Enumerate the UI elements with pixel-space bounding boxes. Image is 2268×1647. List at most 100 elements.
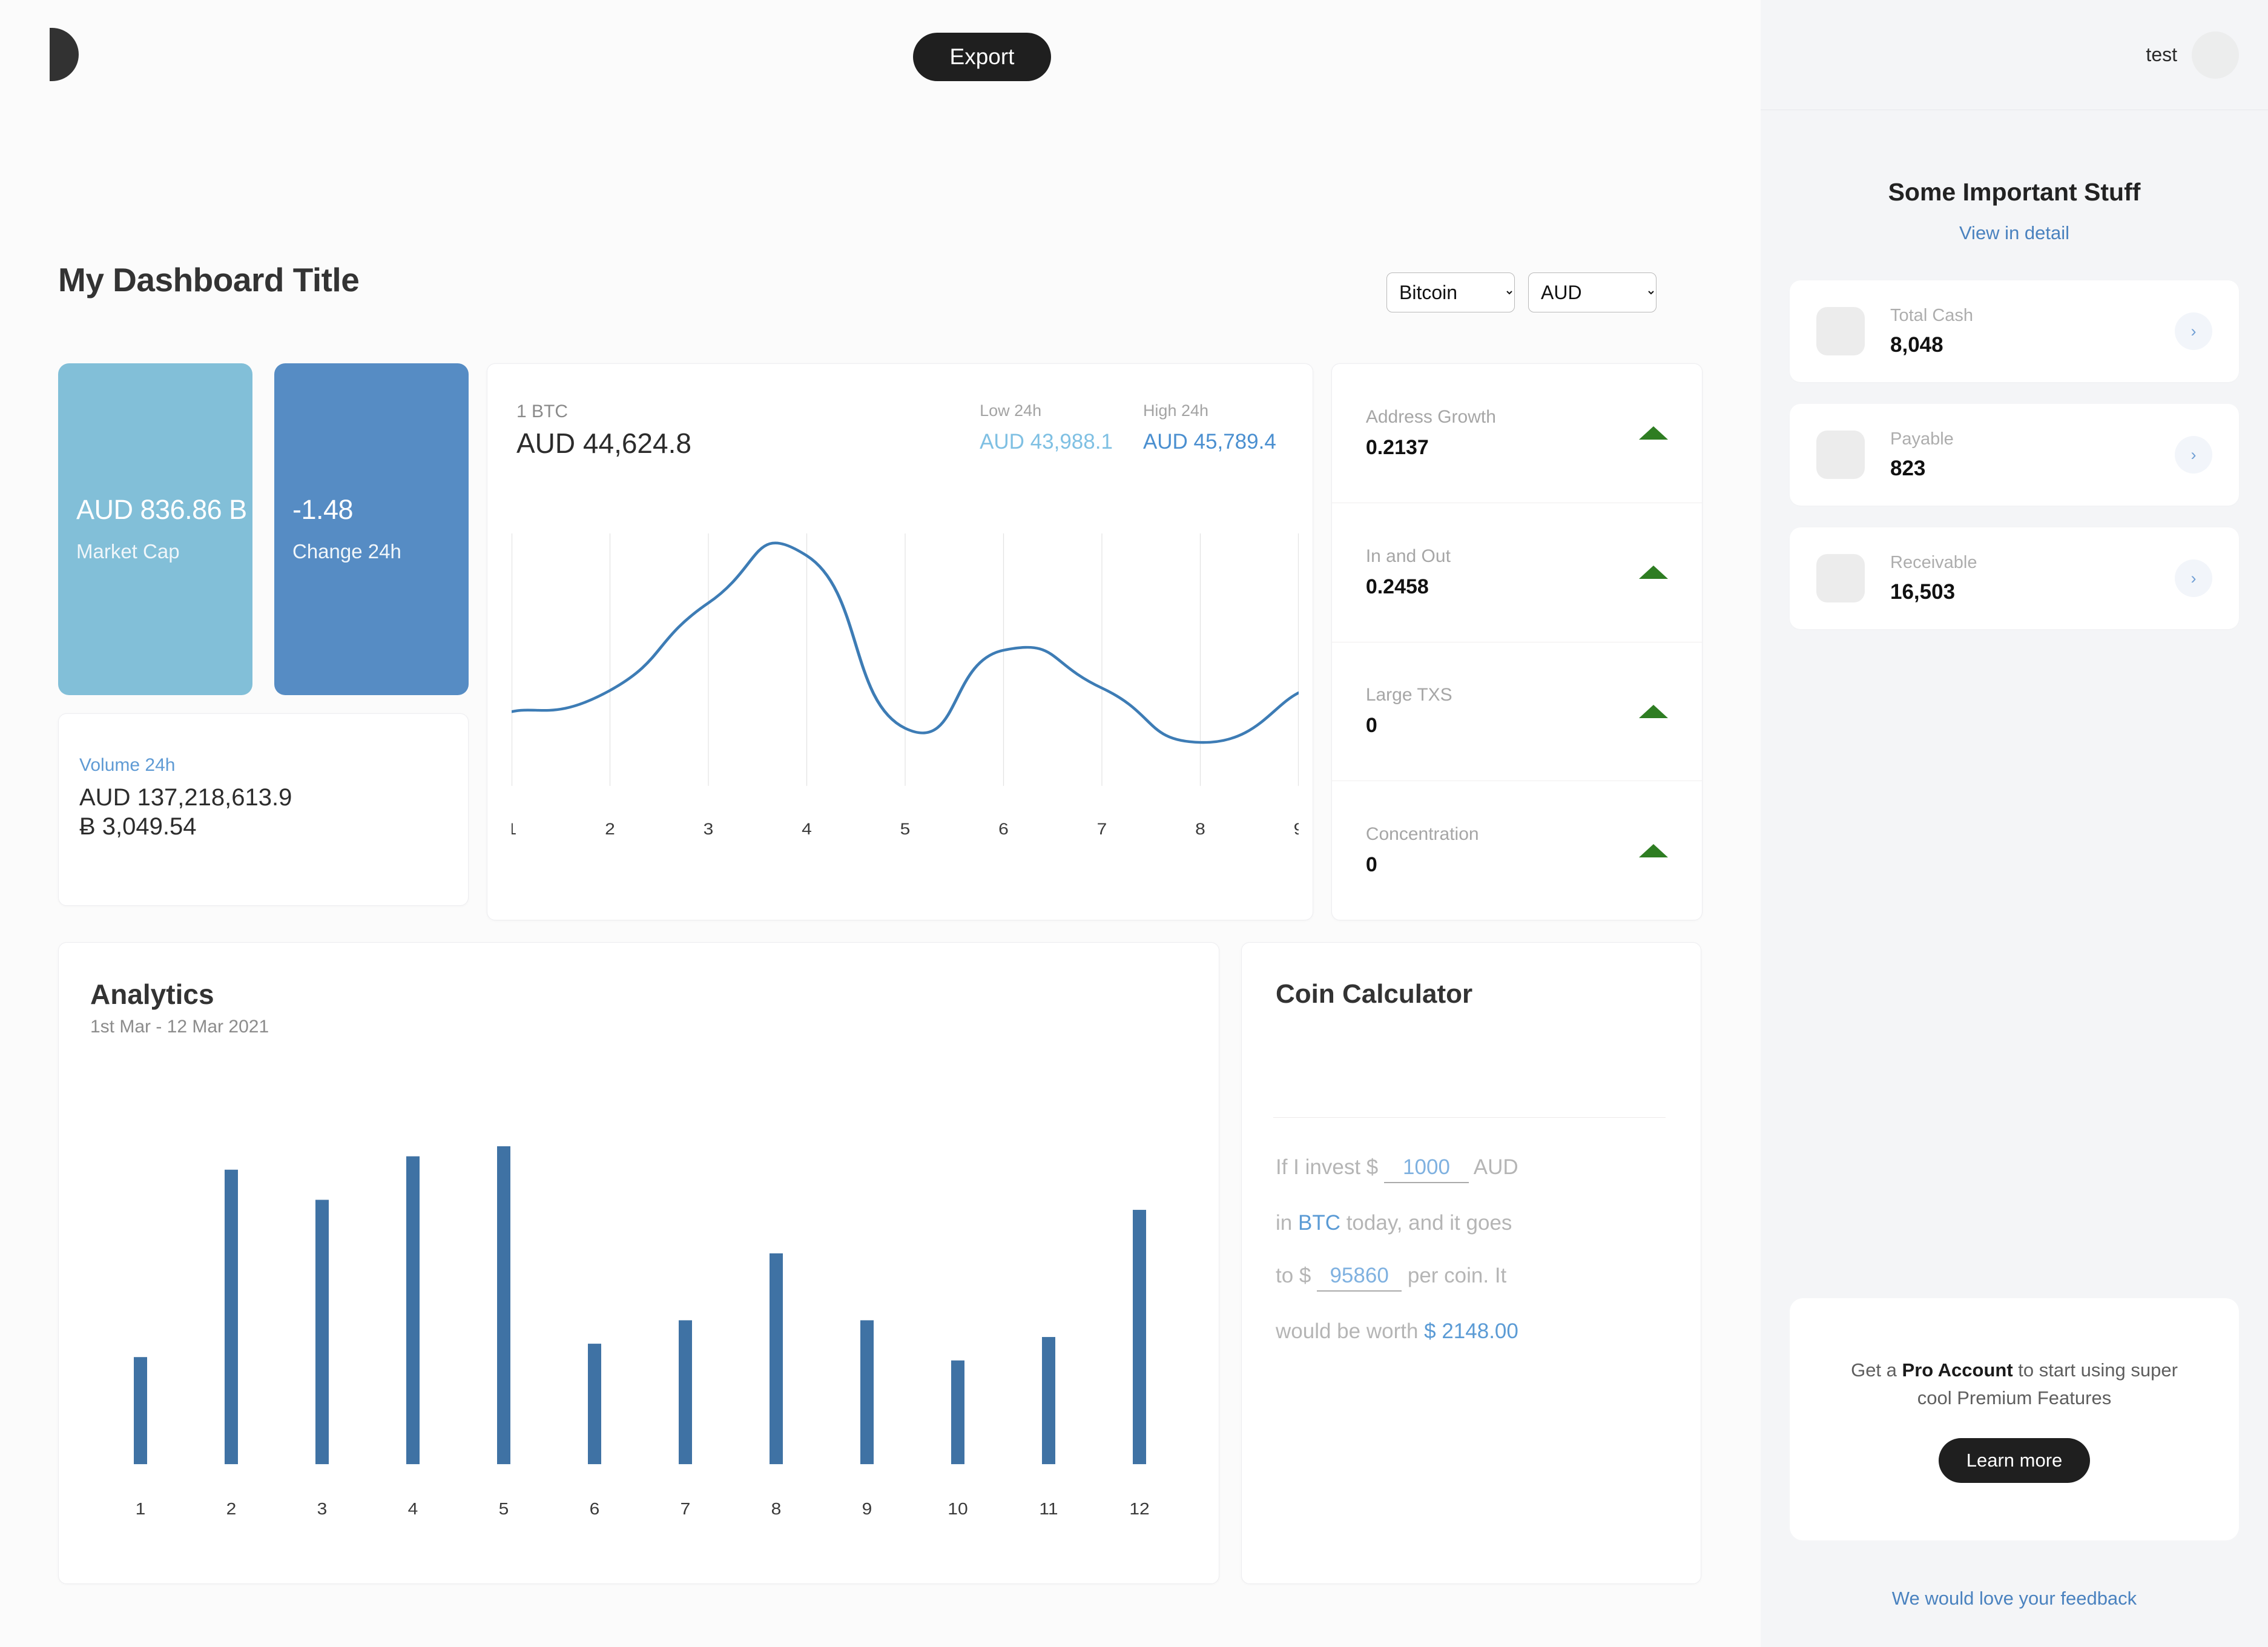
brand-logo-icon[interactable] (50, 28, 79, 81)
sidebar-item-total-cash[interactable]: Total Cash 8,048 › (1790, 280, 2239, 382)
bar (315, 1200, 329, 1465)
bar (1133, 1210, 1146, 1465)
x-axis-tick-label: 3 (704, 820, 714, 838)
trend-up-icon (1639, 426, 1668, 440)
x-axis-tick-label: 8 (1195, 820, 1205, 838)
metric-label: Concentration (1365, 824, 1479, 845)
kpi-pair: AUD 836.86 B Market Cap -1.48 Change 24h (58, 363, 469, 695)
avatar[interactable] (2192, 31, 2239, 79)
thumbnail-icon (1816, 431, 1865, 479)
x-axis-tick-label: 2 (226, 1500, 237, 1519)
trend-up-icon (1639, 566, 1668, 579)
x-axis-tick-label: 6 (998, 820, 1009, 838)
user-name: test (2146, 44, 2177, 65)
metric-row[interactable]: Large TXS 0 (1331, 642, 1702, 782)
kpi-block: AUD 836.86 B Market Cap -1.48 Change 24h (58, 363, 469, 906)
sidebar-item-list: Total Cash 8,048 › Payable 823 › Receiva… (1761, 280, 2268, 629)
high-24h-label: High 24h (1142, 401, 1209, 420)
x-axis-tick-label: 1 (512, 820, 516, 838)
bar (679, 1320, 692, 1465)
metric-label: In and Out (1365, 546, 1451, 566)
calc-coin-label[interactable]: BTC (1298, 1211, 1340, 1235)
feedback-link[interactable]: We would love your feedback (1761, 1588, 2268, 1609)
target-price-input[interactable]: 95860 (1317, 1263, 1402, 1292)
bar (134, 1357, 147, 1465)
metric-value: 0 (1365, 853, 1377, 877)
x-axis-tick-label: 11 (1039, 1500, 1058, 1519)
export-button[interactable]: Export (913, 33, 1051, 81)
analytics-subtitle: 1st Mar - 12 Mar 2021 (90, 1017, 269, 1037)
thumbnail-icon (1816, 307, 1865, 355)
metric-row[interactable]: In and Out 0.2458 (1331, 503, 1702, 642)
x-axis-tick-label: 12 (1129, 1500, 1149, 1519)
analytics-title: Analytics (90, 979, 214, 1010)
item-value: 8,048 (1890, 332, 1943, 357)
sidebar-item-receivable[interactable]: Receivable 16,503 › (1790, 527, 2239, 629)
coin-select[interactable]: Bitcoin (1386, 272, 1515, 312)
coin-calculator-card: Coin Calculator If I invest $ 1000 AUD i… (1241, 942, 1701, 1584)
x-axis-tick-label: 2 (605, 820, 615, 838)
item-label: Receivable (1890, 552, 1977, 572)
low-24h-value: AUD 43,988.1 (980, 430, 1113, 454)
volume-coin-value: Ƀ 3,049.54 (79, 813, 197, 840)
divider (1273, 1117, 1666, 1118)
selector-group: Bitcoin AUD (1386, 272, 1656, 312)
promo-text-pre: Get a (1851, 1359, 1902, 1381)
calc-text-today: today, and it goes (1340, 1211, 1512, 1235)
trend-up-icon (1639, 704, 1668, 718)
kpi-card-change-24h: -1.48 Change 24h (274, 363, 469, 695)
high-24h-value: AUD 45,789.4 (1142, 430, 1276, 454)
calc-line-3: to $ 95860 per coin. It (1276, 1263, 1675, 1292)
price-value: AUD 44,624.8 (516, 427, 691, 459)
item-value: 823 (1890, 456, 1926, 480)
chevron-right-icon[interactable]: › (2175, 436, 2212, 474)
calc-line-2: in BTC today, and it goes (1276, 1210, 1675, 1235)
low-24h-label: Low 24h (980, 401, 1042, 420)
bar (406, 1156, 420, 1465)
x-axis-tick-label: 6 (590, 1500, 600, 1519)
bar (588, 1344, 601, 1465)
x-axis-tick-label: 4 (408, 1500, 418, 1519)
promo-text-bold: Pro Account (1902, 1359, 2013, 1381)
sidebar-header: test (1761, 0, 2268, 110)
calculator-body: If I invest $ 1000 AUD in BTC today, and… (1276, 1155, 1675, 1371)
metric-label: Large TXS (1365, 685, 1452, 705)
item-label: Payable (1890, 429, 1954, 449)
volume-label: Volume 24h (79, 755, 176, 775)
sidebar-item-payable[interactable]: Payable 823 › (1790, 404, 2239, 506)
high-24h-block: High 24h AUD 45,789.4 (1143, 401, 1276, 454)
x-axis-tick-label: 1 (136, 1500, 146, 1519)
metrics-card: Address Growth 0.2137 In and Out 0.2458 (1331, 363, 1703, 920)
currency-select[interactable]: AUD (1528, 272, 1656, 312)
volume-fiat-value: AUD 137,218,613.9 (79, 784, 292, 811)
price-line-chart: 1 2 3 4 5 6 7 8 9 (512, 533, 1299, 838)
view-in-detail-link[interactable]: View in detail (1761, 222, 2268, 244)
metric-row[interactable]: Address Growth 0.2137 (1331, 364, 1702, 503)
metric-label: Address Growth (1365, 406, 1496, 427)
right-sidebar: test Some Important Stuff View in detail… (1761, 0, 2268, 1647)
calc-text-percoin: per coin. It (1407, 1263, 1507, 1287)
analytics-card: Analytics 1st Mar - 12 Mar 2021 12345678… (58, 942, 1219, 1584)
calc-text-worth: would be worth (1276, 1319, 1425, 1343)
x-axis-tick-label: 4 (802, 820, 812, 838)
bar (860, 1320, 874, 1465)
metric-value: 0.2137 (1365, 435, 1429, 459)
calc-text-invest: If I invest $ (1276, 1155, 1379, 1179)
page-title: My Dashboard Title (58, 261, 360, 299)
chevron-right-icon[interactable]: › (2175, 559, 2212, 597)
calc-text-in: in (1276, 1211, 1298, 1235)
learn-more-button[interactable]: Learn more (1938, 1437, 2091, 1483)
title-row: My Dashboard Title Bitcoin AUD (0, 260, 1761, 333)
x-axis-tick-label: 7 (681, 1500, 691, 1519)
metric-row[interactable]: Concentration 0 (1332, 781, 1702, 920)
bar (770, 1253, 783, 1465)
volume-card: Volume 24h AUD 137,218,613.9 Ƀ 3,049.54 (58, 713, 469, 906)
chevron-right-icon[interactable]: › (2175, 312, 2212, 350)
x-axis-tick-label: 9 (1294, 820, 1299, 838)
kpi-card-market-cap: AUD 836.86 B Market Cap (58, 363, 252, 695)
calculator-title: Coin Calculator (1276, 979, 1473, 1009)
invest-amount-input[interactable]: 1000 (1383, 1155, 1469, 1184)
analytics-bar-chart: 1 2 3 4 5 6 7 8 9 10 11 12 (134, 1146, 1150, 1519)
bar (951, 1360, 964, 1465)
kpi-value: AUD 836.86 B (76, 494, 247, 525)
